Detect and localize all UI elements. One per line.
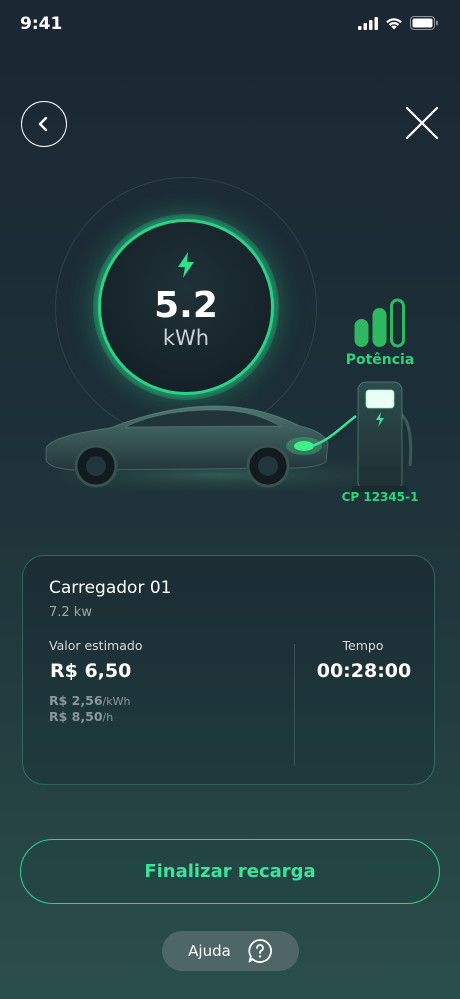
elapsed-time: 00:28:00 bbox=[316, 660, 412, 682]
rate-per-kwh-unit: /kWh bbox=[102, 695, 131, 708]
finish-charging-button[interactable]: Finalizar recarga bbox=[20, 839, 440, 904]
estimated-value: R$ 6,50 bbox=[50, 660, 132, 682]
lightning-bolt-icon bbox=[178, 252, 194, 278]
charger-info-card: Carregador 01 7.2 kw Valor estimado R$ 6… bbox=[22, 555, 435, 785]
rate-per-kwh-value: R$ 2,56 bbox=[49, 693, 103, 708]
card-divider bbox=[294, 644, 295, 766]
energy-value: 5.2 bbox=[154, 285, 218, 326]
estimated-value-label: Valor estimado bbox=[49, 638, 143, 653]
question-bubble-icon bbox=[247, 938, 273, 964]
close-icon bbox=[405, 106, 439, 140]
energy-unit: kWh bbox=[162, 326, 210, 350]
power-label: Potência bbox=[345, 352, 415, 368]
charger-power: 7.2 kw bbox=[49, 605, 92, 620]
back-button[interactable] bbox=[21, 101, 67, 147]
help-button[interactable]: Ajuda bbox=[162, 931, 299, 971]
time-label: Tempo bbox=[342, 638, 384, 653]
status-icons bbox=[358, 16, 438, 30]
status-time: 9:41 bbox=[20, 14, 63, 34]
help-label: Ajuda bbox=[188, 942, 231, 960]
rate-per-kwh: R$ 2,56/kWh bbox=[49, 693, 130, 708]
charger-name: Carregador 01 bbox=[49, 578, 172, 598]
rate-per-hour: R$ 8,50/h bbox=[49, 709, 113, 724]
status-bar: 9:41 bbox=[0, 0, 460, 50]
battery-icon bbox=[410, 16, 438, 30]
power-level-icon bbox=[354, 298, 405, 348]
chevron-left-icon bbox=[38, 116, 48, 132]
rate-per-hour-unit: /h bbox=[102, 711, 114, 724]
charging-car-illustration bbox=[0, 381, 450, 497]
wifi-icon bbox=[386, 17, 402, 29]
charger-point-id: CP 12345-1 bbox=[341, 490, 419, 504]
rate-per-hour-value: R$ 8,50 bbox=[49, 709, 103, 724]
signal-icon bbox=[358, 16, 378, 30]
close-button[interactable] bbox=[404, 105, 440, 141]
